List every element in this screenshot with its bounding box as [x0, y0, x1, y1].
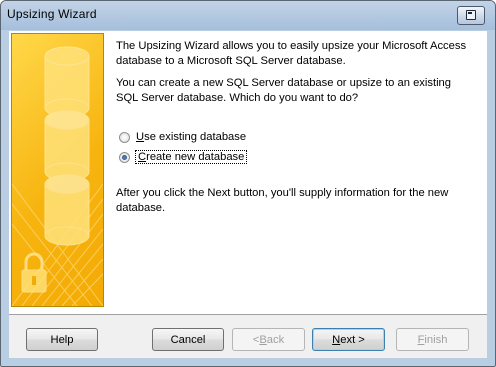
wizard-body: The Upsizing Wizard allows you to easily…: [9, 31, 487, 315]
use-existing-database-option[interactable]: Use existing database: [119, 129, 247, 145]
question-text: You can create a new SQL Server database…: [116, 77, 452, 104]
cancel-button[interactable]: Cancel: [152, 328, 224, 351]
wizard-window: Upsizing Wizard The Upsizing Wizard allo…: [0, 0, 496, 367]
intro-text: The Upsizing Wizard allows you to easily…: [116, 40, 467, 67]
window-title: Upsizing Wizard: [7, 7, 97, 21]
use-existing-database-label[interactable]: Use existing database: [135, 131, 247, 143]
help-button[interactable]: Help: [26, 328, 98, 351]
radio-button[interactable]: [119, 131, 130, 143]
next-button[interactable]: Next >: [312, 328, 385, 351]
create-new-database-label[interactable]: Create new database: [135, 150, 248, 164]
database-lock-icon: [12, 46, 103, 306]
radio-button-selected[interactable]: [119, 151, 130, 163]
back-button[interactable]: < Back: [232, 328, 305, 351]
finish-button[interactable]: Finish: [396, 328, 469, 351]
after-next-text: After you click the Next button, you'll …: [116, 187, 449, 214]
system-menu-icon: [466, 10, 476, 20]
database-lock-illustration: [11, 33, 104, 307]
dialog-client-area: The Upsizing Wizard allows you to easily…: [9, 31, 487, 358]
create-new-database-option[interactable]: Create new database: [119, 149, 248, 165]
system-menu-button[interactable]: [457, 6, 485, 25]
title-bar[interactable]: Upsizing Wizard: [1, 1, 495, 30]
